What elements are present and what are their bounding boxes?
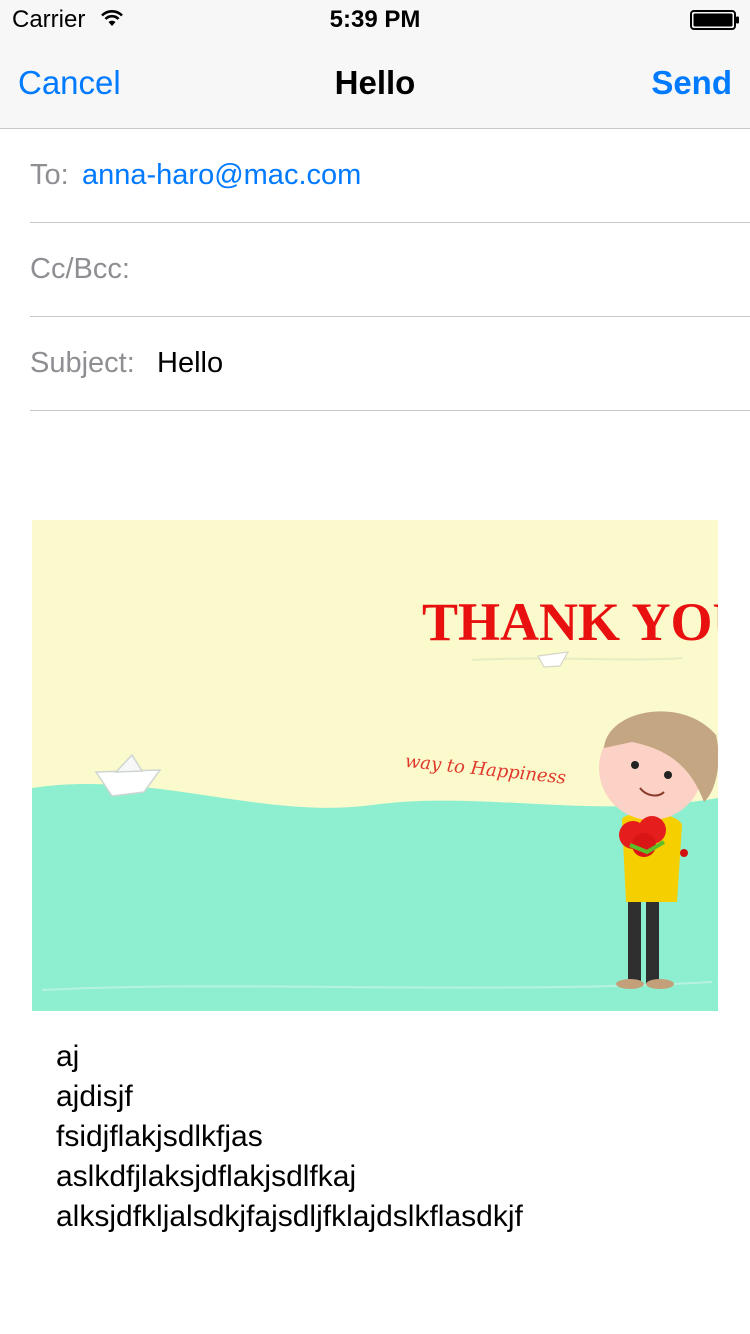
send-button[interactable]: Send [651, 64, 732, 102]
to-label: To: [30, 159, 69, 191]
cc-bcc-label: Cc/Bcc: [30, 253, 130, 285]
card-headline: THANK YOU [422, 592, 718, 652]
body-line: aj [56, 1040, 80, 1073]
cc-bcc-field[interactable]: Cc/Bcc: [30, 223, 750, 317]
body-line: ajdisjf [56, 1080, 133, 1113]
message-body[interactable]: aj ajdisjf fsidjflakjsdlkfjas aslkdfjlak… [56, 1037, 736, 1237]
mail-compose-screen: Carrier 5:39 PM Cancel Hello Send To: an… [0, 0, 750, 1334]
attached-image[interactable]: THANK YOU way to Happiness [32, 520, 718, 1011]
battery-icon [690, 10, 740, 30]
subject-field[interactable]: Subject: Hello [30, 317, 750, 411]
status-time: 5:39 PM [329, 6, 421, 33]
recipient-token[interactable]: anna-haro@mac.com [82, 159, 361, 192]
navigation-bar: Carrier 5:39 PM Cancel Hello Send [0, 0, 750, 129]
subject-value[interactable]: Hello [157, 347, 223, 380]
sea-wave [32, 784, 718, 1011]
status-bar: Carrier 5:39 PM [0, 0, 750, 40]
page-title: Hello [334, 64, 416, 101]
body-line: fsidjflakjsdlkfjas [56, 1120, 263, 1153]
body-line: alksjdfkljalsdkjfajsdljfklajdslkflasdkjf [56, 1200, 523, 1233]
body-line: aslkdfjlaksjdflakjsdlfkaj [56, 1160, 357, 1193]
to-field[interactable]: To: anna-haro@mac.com [30, 129, 750, 223]
subject-label: Subject: [30, 347, 135, 379]
